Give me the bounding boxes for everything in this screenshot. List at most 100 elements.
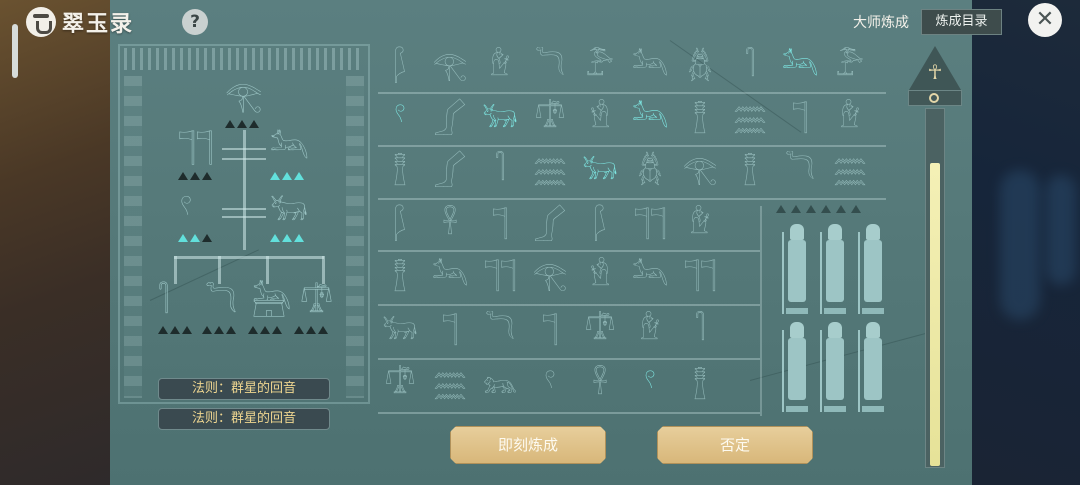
grid-glyph[interactable]: 𓈗	[430, 370, 470, 398]
grid-glyph[interactable]: 𓅤	[830, 52, 870, 80]
grid-glyph[interactable]: 𓊽	[730, 156, 770, 184]
grid-glyph[interactable]: 𓆄	[380, 210, 420, 238]
recipe-bottom-glyph[interactable]: 𓆓	[205, 288, 237, 318]
grid-glyph[interactable]: 𓃢	[630, 104, 670, 132]
tree-branch	[222, 216, 266, 218]
recipe-mid-right-glyph[interactable]: 𓃢	[270, 134, 309, 164]
grid-glyph[interactable]: 𓂀	[430, 52, 470, 80]
grid-glyph[interactable]: 𓂀	[530, 262, 570, 290]
grid-glyph[interactable]: 𓆄	[580, 210, 620, 238]
grid-glyph[interactable]: 𓆣	[630, 156, 670, 184]
recipe-low-right-glyph[interactable]: 𓃒	[270, 196, 308, 226]
grid-glyph[interactable]: 𓋹	[580, 370, 620, 398]
grid-glyph[interactable]: 𓈗	[830, 156, 870, 184]
ankh-icon: ☥	[927, 60, 943, 84]
grid-glyph[interactable]: 𓃢	[630, 262, 670, 290]
grid-glyph[interactable]: 𓊹𓊹	[680, 262, 720, 290]
grid-glyph[interactable]: 𓊽	[380, 262, 420, 290]
grid-row-divider	[378, 145, 886, 147]
grid-glyph[interactable]: 𓊹𓊹	[630, 210, 670, 238]
reject-button[interactable]: 否定	[657, 426, 813, 464]
deity-figure	[782, 224, 808, 314]
grid-glyph[interactable]: 𓂾	[530, 210, 570, 238]
background-left	[0, 0, 120, 485]
grid-glyph[interactable]: 𓈗	[530, 156, 570, 184]
grid-glyph[interactable]: 𓆓	[530, 52, 570, 80]
grid-glyph[interactable]: 𓁞	[830, 104, 870, 132]
grid-glyph[interactable]: 𓁞	[480, 52, 520, 80]
grid-glyph[interactable]: 𓊹	[430, 316, 470, 344]
grid-glyph[interactable]: 𓂾	[430, 156, 470, 184]
recipe-mid-left-glyph[interactable]: 𓊹𓊹	[178, 134, 213, 164]
grid-glyph[interactable]: 𓆄	[380, 52, 420, 80]
grid-glyph[interactable]: 𓊹	[530, 316, 570, 344]
grid-row-divider	[378, 198, 886, 200]
grid-glyph[interactable]: 𓊽	[680, 104, 720, 132]
grid-glyph[interactable]: 𓁞	[680, 210, 720, 238]
help-button[interactable]: ?	[182, 9, 208, 35]
recipe-bottom-marks	[294, 326, 328, 334]
rule-label: 法则：群星的回音	[158, 378, 330, 400]
recipe-top-marks	[225, 120, 259, 128]
grid-glyph[interactable]: 𓃢	[780, 52, 820, 80]
grid-row-divider	[378, 412, 760, 414]
scrollbar-thumb[interactable]	[12, 24, 18, 78]
grid-glyph[interactable]: 𓊹𓊹	[480, 262, 520, 290]
grid-glyph[interactable]: 𓍢	[630, 370, 670, 398]
grid-glyph[interactable]: 𓆓	[480, 316, 520, 344]
grid-glyph[interactable]: 𓂾	[430, 104, 470, 132]
grid-glyph[interactable]: 𓈗	[730, 104, 770, 132]
deity-figure	[858, 224, 884, 314]
grid-glyph[interactable]: 𓊹	[480, 210, 520, 238]
progress-fill	[930, 163, 940, 466]
grid-glyph[interactable]: 𓍝	[380, 370, 420, 398]
grid-glyph[interactable]: 𓁛	[580, 104, 620, 132]
grid-glyph[interactable]: 𓊽	[380, 156, 420, 184]
engrave-now-button[interactable]: 即刻炼成	[450, 426, 606, 464]
grid-glyph[interactable]: 𓋹	[430, 210, 470, 238]
deity-figure	[782, 322, 808, 412]
recipe-bottom-glyph[interactable]: 𓃣	[252, 288, 291, 318]
grid-row-divider	[378, 250, 760, 252]
recipe-top-glyph[interactable]: 𓂀	[225, 82, 262, 112]
recipe-bottom-marks	[202, 326, 236, 334]
grid-glyph[interactable]: 𓃢	[630, 52, 670, 80]
grid-glyph[interactable]: 𓃒	[480, 104, 520, 132]
grid-glyph[interactable]: 𓍝	[580, 316, 620, 344]
grid-glyph[interactable]: 𓋿	[680, 316, 720, 344]
deity-figure	[820, 322, 846, 412]
master-alchemy-label: 大师炼成	[853, 15, 909, 31]
grid-glyph[interactable]: 𓁛	[580, 262, 620, 290]
grid-glyph[interactable]: 𓂀	[680, 156, 720, 184]
rule-label: 法则：群星的回音	[158, 408, 330, 430]
grid-glyph[interactable]: 𓊹	[780, 104, 820, 132]
grid-glyph[interactable]: 𓃬	[480, 370, 520, 398]
grid-glyph[interactable]: 𓁞	[630, 316, 670, 344]
grid-glyph[interactable]: 𓆣	[680, 52, 720, 80]
grid-glyph[interactable]: 𓊽	[680, 370, 720, 398]
grid-row-divider	[378, 358, 760, 360]
recipe-mid-left-marks	[178, 172, 212, 180]
recipe-bottom-glyph[interactable]: 𓋿	[158, 288, 169, 318]
grid-glyph[interactable]: 𓃒	[580, 156, 620, 184]
recipe-low-left-glyph[interactable]: 𓍢	[180, 196, 192, 226]
grid-glyph[interactable]: 𓍢	[380, 104, 420, 132]
grid-row-divider	[378, 304, 760, 306]
grid-glyph[interactable]: 𓃒	[380, 316, 420, 344]
frieze-decoration	[124, 48, 364, 70]
recipe-bottom-marks	[248, 326, 282, 334]
recipe-low-left-marks	[178, 234, 212, 242]
grid-glyph[interactable]: 𓅤	[580, 52, 620, 80]
close-button[interactable]: ✕	[1028, 3, 1062, 37]
app-logo: 翠玉录	[26, 6, 134, 38]
recipe-bottom-glyph[interactable]: 𓍝	[300, 288, 333, 318]
grid-glyph[interactable]: 𓃢	[430, 262, 470, 290]
tree-branch	[222, 208, 266, 210]
grid-glyph[interactable]: 𓍢	[530, 370, 570, 398]
grid-divider	[760, 206, 762, 416]
alchemy-catalog-button[interactable]: 炼成目录	[921, 9, 1002, 35]
grid-glyph[interactable]: 𓍝	[530, 104, 570, 132]
grid-glyph[interactable]: 𓆓	[780, 156, 820, 184]
grid-glyph[interactable]: 𓋿	[480, 156, 520, 184]
grid-glyph[interactable]: 𓋿	[730, 52, 770, 80]
